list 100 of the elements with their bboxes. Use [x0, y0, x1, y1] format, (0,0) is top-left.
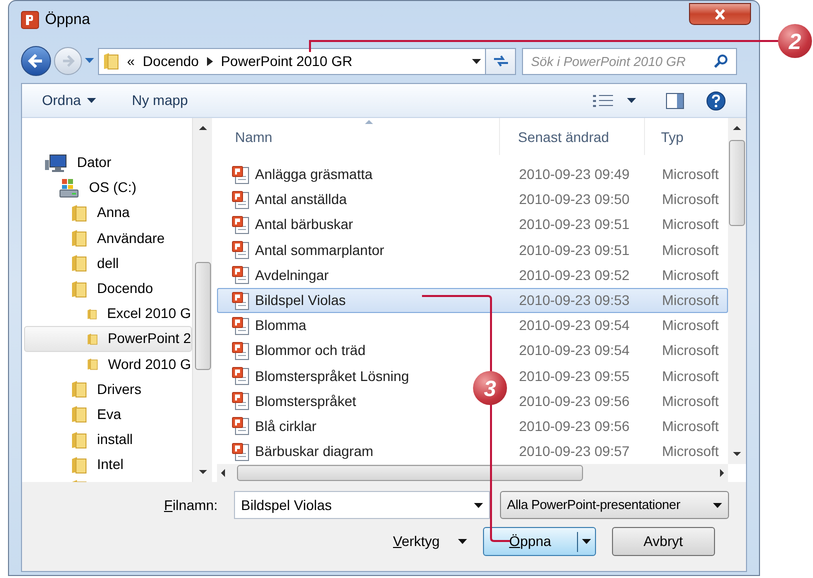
new-folder-button[interactable]: Ny mapp: [132, 90, 188, 111]
tree-item[interactable]: Word 2010 G: [22, 352, 192, 377]
organize-menu-button[interactable]: Ordna: [42, 90, 96, 111]
modified-date: 2010-09-23 09:57: [518, 442, 631, 462]
vertical-scrollbar[interactable]: [192, 118, 212, 482]
search-field[interactable]: Sök i PowerPoint 2010 GR: [523, 48, 714, 74]
scroll-up-icon[interactable]: [198, 126, 206, 130]
presentation-file-icon: [232, 166, 249, 184]
modified-date: 2010-09-23 09:49: [518, 165, 631, 184]
scroll-down-icon[interactable]: [733, 452, 741, 456]
folder-icon: [71, 380, 87, 398]
search-box[interactable]: Sök i PowerPoint 2010 GR: [522, 48, 737, 74]
modified-date: 2010-09-23 09:56: [518, 392, 631, 411]
folder-icon: [71, 254, 87, 272]
folder-icon: [71, 405, 87, 424]
tree-item[interactable]: OS (C:): [22, 175, 192, 200]
back-button[interactable]: [21, 46, 51, 76]
dropdown-arrow-icon: [582, 539, 591, 544]
folder-icon: [71, 204, 87, 222]
presentation-file-icon: [232, 442, 249, 461]
breadcrumb-overflow[interactable]: «: [127, 50, 135, 72]
tree-item[interactable]: Anna: [22, 200, 192, 226]
scroll-down-icon[interactable]: [198, 470, 206, 474]
tree-item[interactable]: Användare: [22, 226, 192, 251]
presentation-file-icon: [232, 367, 249, 386]
tools-menu-button[interactable]: Verktyg: [393, 531, 467, 552]
open-button[interactable]: Öppna: [482, 527, 596, 556]
modified-date: 2010-09-23 09:51: [518, 240, 631, 260]
help-icon[interactable]: [706, 90, 726, 110]
selected-file-row[interactable]: Bildspel Violas 2010-09-23 09:53 Microsoft: [217, 288, 728, 314]
presentation-file-icon: [232, 292, 249, 310]
tree-item[interactable]: Docendo: [22, 276, 192, 302]
breadcrumb-item[interactable]: Docendo: [142, 50, 199, 72]
callout-badge: 2: [778, 24, 812, 58]
modified-date: 2010-09-23 09:50: [518, 190, 631, 210]
folder-icon: [71, 229, 87, 248]
window-title: Öppna: [45, 10, 90, 30]
tree-item[interactable]: Dator: [22, 150, 192, 176]
file-name: Antal sommarplantor: [255, 240, 384, 260]
tree-item[interactable]: dell: [22, 250, 192, 276]
file-type: Microsoft: [661, 392, 719, 411]
column-header[interactable]: Namn: [217, 118, 500, 155]
tree-item[interactable]: Eva: [22, 402, 192, 428]
modified-date: 2010-09-23 09:53: [518, 291, 631, 310]
cancel-button[interactable]: Avbryt: [612, 527, 715, 556]
modified-date: 2010-09-23 09:54: [518, 316, 631, 336]
drive-icon: [59, 178, 79, 198]
tree-item[interactable]: Excel 2010 G: [22, 301, 192, 326]
tree-item[interactable]: install: [22, 427, 192, 452]
file-name: Blå cirklar: [255, 416, 316, 436]
file-type: Microsoft: [661, 190, 719, 210]
breadcrumb-separator-icon[interactable]: [206, 56, 213, 66]
history-dropdown-icon[interactable]: [85, 58, 94, 64]
tree-item[interactable]: Intel: [22, 452, 192, 478]
scroll-right-icon[interactable]: [720, 469, 724, 478]
folder-icon: [103, 52, 119, 70]
view-options-button[interactable]: [593, 94, 636, 108]
dropdown-arrow-icon[interactable]: [474, 502, 483, 508]
preview-pane-icon[interactable]: [666, 92, 684, 108]
modified-date: 2010-09-23 09:52: [518, 266, 631, 285]
file-name: Blommor och träd: [255, 341, 366, 360]
folder-icon: [71, 430, 87, 449]
scroll-thumb[interactable]: [237, 465, 583, 482]
tree-item[interactable]: Drivers: [22, 376, 192, 402]
folder-icon: [71, 280, 87, 298]
file-name: Antal bärbuskar: [255, 215, 354, 234]
scroll-up-icon[interactable]: [733, 126, 741, 130]
file-name: Antal anställda: [255, 190, 347, 210]
file-type-dropdown[interactable]: Alla PowerPoint-presentationer: [500, 491, 729, 519]
scroll-thumb[interactable]: [194, 262, 210, 370]
forward-arrow-icon: [61, 55, 75, 67]
file-type: Microsoft: [661, 165, 719, 184]
file-name: Bildspel Violas: [255, 291, 346, 310]
scroll-thumb[interactable]: [729, 140, 745, 226]
refresh-icon: [492, 54, 508, 68]
file-type: Microsoft: [661, 416, 719, 436]
modified-date: 2010-09-23 09:54: [518, 341, 631, 360]
presentation-file-icon: [232, 316, 249, 335]
file-type: Microsoft: [661, 341, 719, 360]
vertical-scrollbar[interactable]: [728, 118, 746, 464]
close-icon: [714, 8, 726, 20]
tree-item[interactable]: PowerPoint 2: [24, 326, 192, 352]
file-type: Microsoft: [661, 316, 719, 336]
refresh-button[interactable]: [486, 48, 516, 74]
presentation-file-icon: [232, 392, 249, 410]
column-header[interactable]: Senast ändrad: [500, 118, 645, 155]
file-name: Bärbuskar diagram: [255, 442, 374, 462]
breadcrumb-item[interactable]: PowerPoint 2010 GR: [220, 50, 352, 72]
dropdown-arrow-icon: [713, 502, 722, 508]
presentation-file-icon: [232, 216, 249, 234]
file-name: Blomma: [255, 316, 306, 336]
close-button[interactable]: [689, 3, 751, 25]
file-type: Microsoft: [661, 291, 719, 310]
horizontal-scrollbar[interactable]: [217, 464, 728, 482]
modified-date: 2010-09-23 09:55: [518, 366, 631, 386]
address-bar[interactable]: « Docendo PowerPoint 2010 GR: [98, 48, 486, 74]
scroll-left-icon[interactable]: [221, 469, 225, 478]
search-icon: [714, 54, 728, 68]
column-header[interactable]: Typ: [645, 118, 684, 155]
dropdown-arrow-icon[interactable]: [472, 58, 481, 64]
